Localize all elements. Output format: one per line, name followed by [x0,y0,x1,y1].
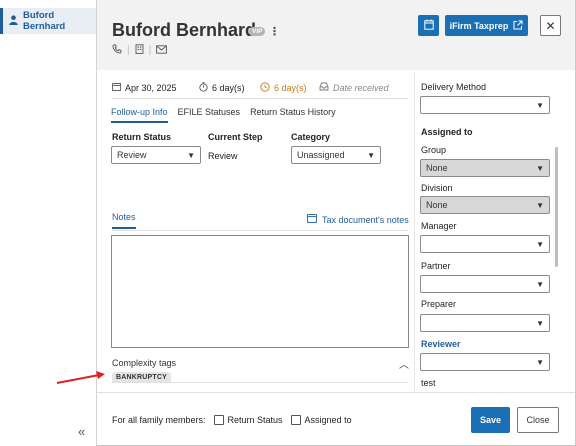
days-elapsed-value: 6 day(s) [212,83,245,93]
external-link-icon [513,20,523,32]
partner-select[interactable]: ▼ [420,275,550,293]
due-date-value: Apr 30, 2025 [125,82,177,93]
calendar-button[interactable] [418,15,439,36]
building-icon[interactable] [135,44,144,57]
assigned-to-checkbox[interactable]: Assigned to [290,415,352,425]
group-select[interactable]: None ▼ [420,159,550,177]
partner-label: Partner [421,261,451,271]
chevron-down-icon: ▼ [367,150,375,160]
sidebar-item-client[interactable]: Buford Bernhard [0,8,96,34]
contact-icons: | | [112,44,168,57]
test-label: test [421,378,436,388]
reviewer-select[interactable]: ▼ [420,353,550,371]
group-label: Group [421,145,447,155]
days-pending: 6 day(s) [260,82,307,94]
return-status-checkbox-label: Return Status [227,415,283,425]
separator: | [148,45,152,56]
assigned-to-checkbox-label: Assigned to [304,415,352,425]
close-dialog-button[interactable]: ✕ [540,15,561,36]
chevron-down-icon: ▼ [536,279,544,289]
chevron-up-icon[interactable]: ︿ [399,356,409,371]
calendar-icon [423,19,434,33]
manager-select[interactable]: ▼ [420,235,550,253]
collapse-sidebar-icon[interactable]: « [78,424,85,439]
chevron-down-icon: ▼ [536,357,544,367]
client-name: Buford Bernhard [112,20,256,40]
category-label: Category [291,132,331,142]
notes-tab[interactable]: Notes [112,212,136,229]
family-members-options: For all family members: Return Status As… [112,415,352,425]
ifirm-taxprep-button[interactable]: iFirm Taxprep [445,15,528,36]
save-button[interactable]: Save [471,407,510,433]
dialog-header: Buford Bernhard VIP ⋮ | | iFirm Taxprep … [97,0,575,70]
chevron-down-icon: ▼ [536,239,544,249]
panel-divider [414,72,415,392]
days-elapsed: 6 day(s) [199,82,245,94]
family-members-label: For all family members: [112,415,206,425]
manager-label: Manager [421,221,457,231]
chevron-down-icon: ▼ [187,150,195,160]
divider [97,392,575,393]
delivery-method-select[interactable]: ▼ [420,96,550,114]
email-icon[interactable] [156,44,168,57]
person-icon [9,14,18,28]
chevron-down-icon: ▼ [536,318,544,328]
return-status-checkbox[interactable]: Return Status [213,415,283,425]
vip-badge: VIP [249,27,266,36]
date-received[interactable]: Date received [319,82,389,93]
preparer-label: Preparer [421,299,457,309]
days-pending-value: 6 day(s) [274,83,307,93]
notes-textarea[interactable] [111,235,409,348]
checkbox-box[interactable] [213,415,224,425]
group-value: None [426,163,448,173]
annotation-arrow-icon [55,370,107,389]
divider [112,230,408,231]
return-status-label: Return Status [112,132,172,142]
chevron-down-icon: ▼ [536,100,544,110]
clock-icon [260,82,270,94]
division-label: Division [421,183,453,193]
tab-follow-up-info[interactable]: Follow-up Info [111,107,168,123]
current-step-label: Current Step [208,132,263,142]
close-button[interactable]: Close [517,407,559,433]
close-icon: ✕ [545,18,556,33]
return-status-select[interactable]: Review ▼ [111,146,201,164]
tab-efile-statuses[interactable]: EFILE Statuses [178,107,241,123]
tab-return-status-history[interactable]: Return Status History [250,107,336,123]
checkbox-box[interactable] [290,415,301,425]
sidebar-item-label: Buford Bernhard [23,10,66,32]
scrollbar[interactable] [555,147,558,267]
assigned-to-heading: Assigned to [421,127,473,137]
tax-documents-notes-link[interactable]: Tax document's notes [307,214,409,225]
inbox-icon [319,82,329,93]
category-select[interactable]: Unassigned ▼ [291,146,381,164]
division-value: None [426,200,448,210]
date-received-placeholder: Date received [333,82,389,93]
return-status-value: Review [117,150,147,160]
divider [112,98,408,99]
division-select[interactable]: None ▼ [420,196,550,214]
divider [112,382,408,383]
chevron-down-icon: ▼ [536,200,544,210]
chevron-down-icon: ▼ [536,163,544,173]
separator: | [127,45,130,56]
due-date: Apr 30, 2025 [112,82,177,93]
reviewer-label: Reviewer [421,339,461,349]
preparer-select[interactable]: ▼ [420,314,550,332]
ifirm-button-label: iFirm Taxprep [449,20,509,31]
current-step-value: Review [208,151,238,161]
calendar-small-icon [112,82,121,93]
category-value: Unassigned [297,150,345,160]
phone-icon[interactable] [112,44,122,57]
more-options-icon[interactable]: ⋮ [269,25,280,38]
document-icon [307,214,317,225]
tax-documents-notes-label: Tax document's notes [322,214,409,225]
complexity-tags-title: Complexity tags [112,358,177,368]
stopwatch-icon [199,82,208,94]
tab-bar: Follow-up Info EFILE Statuses Return Sta… [111,107,336,123]
delivery-method-label: Delivery Method [421,82,487,92]
